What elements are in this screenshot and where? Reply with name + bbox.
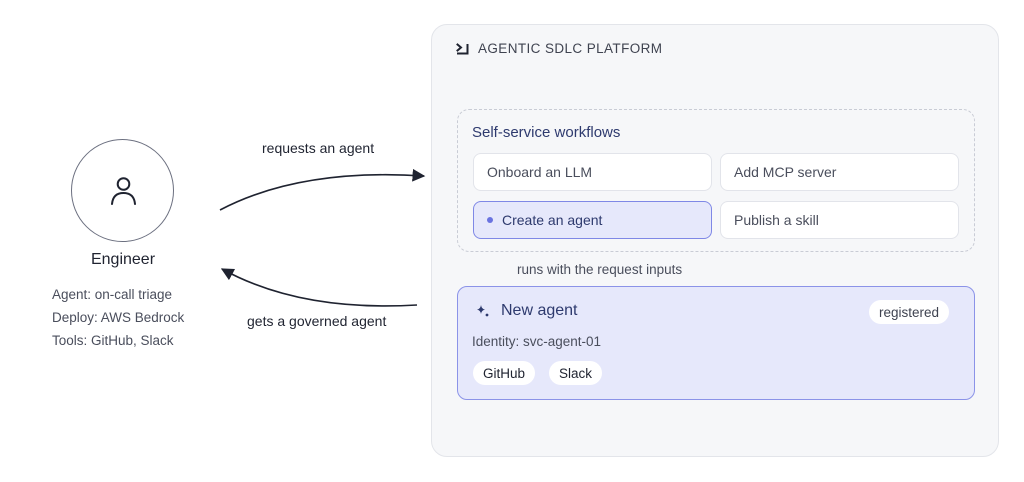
workflows-title: Self-service workflows bbox=[472, 124, 621, 141]
active-dot-icon bbox=[487, 217, 493, 223]
workflow-label: Add MCP server bbox=[734, 164, 837, 180]
request-arrow-label: requests an agent bbox=[262, 140, 375, 156]
response-arrow bbox=[220, 268, 418, 307]
workflow-publish-skill[interactable]: Publish a skill bbox=[720, 201, 959, 239]
engineer-attribute: Tools: GitHub, Slack bbox=[52, 333, 174, 348]
user-icon bbox=[111, 177, 136, 205]
engineer-attribute: Agent: on-call triage bbox=[52, 287, 173, 302]
workflow-onboard-llm[interactable]: Onboard an LLM bbox=[473, 153, 712, 191]
platform-title-text: AGENTIC SDLC PLATFORM bbox=[478, 41, 663, 56]
agent-title-text: New agent bbox=[501, 302, 578, 319]
workflow-label: Onboard an LLM bbox=[487, 164, 593, 180]
workflow-add-mcp-server[interactable]: Add MCP server bbox=[720, 153, 959, 191]
engineer-avatar bbox=[71, 139, 174, 242]
workflow-create-agent[interactable]: Create an agent bbox=[473, 201, 712, 239]
request-arrow bbox=[219, 168, 426, 211]
engineer-name: Engineer bbox=[90, 251, 156, 268]
workflow-label: Create an agent bbox=[502, 212, 603, 228]
engineer-attribute: Deploy: AWS Bedrock bbox=[52, 310, 185, 325]
agent-title: New agent bbox=[475, 302, 578, 320]
tool-tag-slack: Slack bbox=[549, 361, 603, 385]
engineer-attributes: Agent: on-call triage Deploy: AWS Bedroc… bbox=[52, 283, 184, 352]
workflow-label: Publish a skill bbox=[734, 212, 819, 228]
platform-logo-icon bbox=[456, 42, 469, 54]
agent-identity: Identity: svc-agent-01 bbox=[472, 334, 602, 349]
response-arrow-label: gets a governed agent bbox=[247, 313, 387, 329]
runs-label: runs with the request inputs bbox=[517, 262, 683, 277]
tool-tag-github: GitHub bbox=[473, 361, 536, 385]
platform-title: AGENTIC SDLC PLATFORM bbox=[456, 41, 662, 56]
status-badge: registered bbox=[869, 300, 950, 324]
sparkle-icon bbox=[477, 305, 489, 317]
